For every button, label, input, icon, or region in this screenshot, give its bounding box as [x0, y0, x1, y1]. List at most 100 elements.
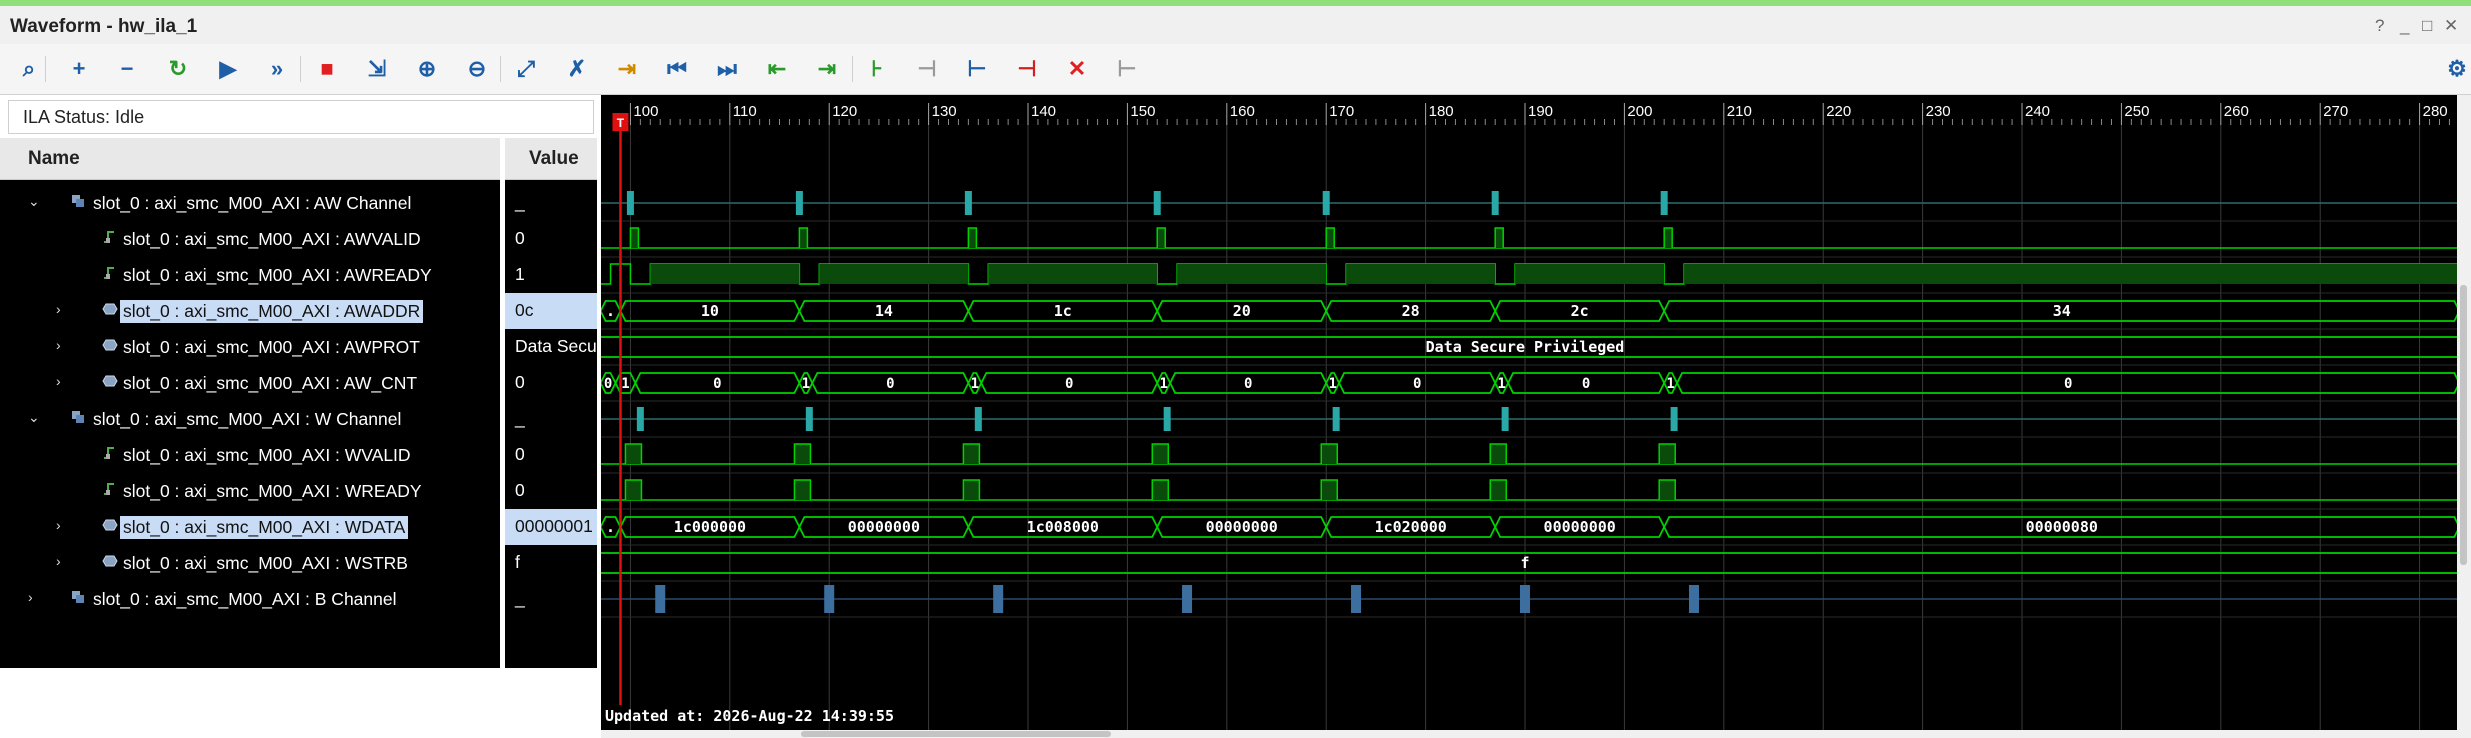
signal-value-cell[interactable]: Data Secure Privileged — [505, 329, 597, 365]
awvalid-pulse — [967, 227, 978, 248]
go-to-end-button[interactable]: ⏭ — [712, 54, 742, 84]
signal-row[interactable]: › slot_0 : axi_smc_M00_AXI : AWPROT — [0, 329, 500, 365]
signal-row[interactable]: slot_0 : axi_smc_M00_AXI : WVALID — [0, 437, 500, 473]
group-activity-mark — [1163, 407, 1171, 431]
signal-value-cell[interactable]: 0 — [505, 473, 597, 509]
bchannel-activity-mark — [1351, 585, 1362, 613]
signal-row[interactable]: slot_0 : axi_smc_M00_AXI : WREADY — [0, 473, 500, 509]
ruler-label: 130 — [932, 103, 957, 120]
delete-markers-button[interactable]: ✕ — [1062, 54, 1092, 84]
wready-pulse — [793, 479, 812, 500]
signal-value: 0 — [515, 444, 525, 464]
signal-value-cell[interactable]: f — [505, 545, 597, 581]
settings-button[interactable]: ⚙ — [2442, 54, 2471, 84]
signal-row[interactable]: ⌄ slot_0 : axi_smc_M00_AXI : W Channel — [0, 401, 500, 437]
run-immediate-button[interactable]: » — [262, 54, 292, 84]
wready-pulse — [962, 479, 981, 500]
signal-row[interactable]: ⌄ slot_0 : axi_smc_M00_AXI : AW Channel — [0, 185, 500, 221]
waveform-svg: 100 110 120 130 140 150 160 170 180 190 200 210 220 2… — [601, 95, 2457, 730]
search-button[interactable]: ⌕ — [14, 54, 44, 84]
group-activity-mark — [1332, 407, 1340, 431]
stop-button[interactable]: ■ — [312, 54, 342, 84]
signal-value-cell[interactable]: _ — [505, 581, 597, 617]
signal-value-cell[interactable]: 0 — [505, 221, 597, 257]
close-button[interactable]: ✕ — [2444, 16, 2458, 36]
zoom-in-button[interactable]: ⊕ — [412, 54, 442, 84]
export-button[interactable]: ⇲ — [362, 54, 392, 84]
cursor-button[interactable]: ✗ — [562, 54, 592, 84]
awready-high-fill — [1684, 264, 2457, 284]
signal-row[interactable]: slot_0 : axi_smc_M00_AXI : AWVALID — [0, 221, 500, 257]
signal-row[interactable]: › slot_0 : axi_smc_M00_AXI : WSTRB — [0, 545, 500, 581]
signal-value-cell[interactable]: 00000001 — [505, 509, 597, 545]
signal-row[interactable]: › slot_0 : axi_smc_M00_AXI : WDATA — [0, 509, 500, 545]
auto-retrigger-button[interactable]: ↻ — [163, 54, 193, 84]
help-button[interactable]: ? — [2375, 16, 2384, 36]
awvalid-pulse — [798, 227, 809, 248]
signal-name: slot_0 : axi_smc_M00_AXI : WSTRB — [123, 553, 408, 573]
bus-signal-icon — [102, 301, 118, 317]
chevron-right-icon[interactable]: › — [56, 301, 61, 317]
zoom-out-icon: ⊖ — [467, 56, 487, 81]
chevron-right-icon[interactable]: › — [56, 553, 61, 569]
signal-value-cell[interactable]: _ — [505, 185, 597, 221]
signal-name: slot_0 : axi_smc_M00_AXI : AW Channel — [93, 193, 412, 213]
snap-button[interactable]: ⊢ — [1112, 54, 1142, 84]
run-trigger-button[interactable]: ▶ — [213, 54, 243, 84]
maximize-button[interactable]: □ — [2422, 16, 2432, 36]
signal-value-cell[interactable]: 0 — [505, 365, 597, 401]
prev-transition-button[interactable]: ⇤ — [762, 54, 792, 84]
name-column-header[interactable]: Name — [0, 138, 500, 180]
column-splitter[interactable] — [500, 138, 505, 738]
chevron-down-icon[interactable]: ⌄ — [28, 193, 40, 210]
remove-button[interactable]: − — [112, 54, 142, 84]
signal-name: slot_0 : axi_smc_M00_AXI : WREADY — [123, 481, 422, 501]
next-marker-button[interactable]: ⊢ — [962, 54, 992, 84]
signal-value: f — [515, 552, 520, 572]
chevron-right-icon[interactable]: › — [28, 589, 33, 605]
prev-marker-button[interactable]: ⊣ — [912, 54, 942, 84]
minimize-button[interactable]: _ — [2400, 16, 2409, 36]
cursor-icon: ✗ — [567, 56, 587, 81]
add-button[interactable]: + — [64, 54, 94, 84]
horizontal-scrollbar[interactable] — [601, 730, 2457, 738]
zoom-out-button[interactable]: ⊖ — [462, 54, 492, 84]
next-transition-button[interactable]: ⇥ — [812, 54, 842, 84]
signal-value-cell[interactable]: 0 — [505, 437, 597, 473]
signal-value: _ — [515, 408, 525, 428]
zoom-fit-button[interactable]: ⤢ — [511, 54, 541, 84]
signal-row[interactable]: › slot_0 : axi_smc_M00_AXI : AWADDR — [0, 293, 500, 329]
group-icon — [70, 193, 86, 209]
swap-cursors-button[interactable]: ⊣ — [1012, 54, 1042, 84]
signal-row[interactable]: › slot_0 : axi_smc_M00_AXI : AW_CNT — [0, 365, 500, 401]
signal-value-cell[interactable]: 1 — [505, 257, 597, 293]
signal-row[interactable]: slot_0 : axi_smc_M00_AXI : AWREADY — [0, 257, 500, 293]
group-icon — [70, 409, 86, 425]
vertical-scrollbar[interactable] — [2457, 95, 2471, 738]
group-activity-mark — [1153, 191, 1161, 215]
chevron-right-icon[interactable]: › — [56, 373, 61, 389]
ruler-label: 150 — [1130, 103, 1155, 120]
bus-value-label: 0 — [1582, 376, 1590, 392]
add-marker-button[interactable]: ⊦ — [862, 54, 892, 84]
group-activity-mark — [1670, 407, 1678, 431]
vertical-scroll-thumb[interactable] — [2460, 285, 2467, 565]
ila-status-text: ILA Status: Idle — [23, 107, 145, 127]
ruler-label: 110 — [733, 103, 757, 120]
chevron-down-icon[interactable]: ⌄ — [28, 409, 40, 426]
waveform-window: Waveform - hw_ila_1 ? _ □ ✕ ⌕ + − ↻ ▶ » ■ ⇲ ⊕ ⊖ ⤢ ✗… — [0, 0, 2471, 738]
signal-value-cell[interactable]: _ — [505, 401, 597, 437]
signal-row[interactable]: › slot_0 : axi_smc_M00_AXI : B Channel — [0, 581, 500, 617]
go-to-start-button[interactable]: ⏮ — [662, 54, 692, 84]
value-column-header[interactable]: Value — [505, 138, 597, 180]
waveform-canvas[interactable]: 100 110 120 130 140 150 160 170 180 190 200 210 220 2… — [601, 95, 2457, 730]
bus-value-label: 10 — [701, 302, 719, 320]
chevron-right-icon[interactable]: › — [56, 337, 61, 353]
signal-value-cell[interactable]: 0c — [505, 293, 597, 329]
chevron-right-icon[interactable]: › — [56, 517, 61, 533]
wvalid-pulse — [1151, 443, 1170, 464]
bchannel-activity-mark — [1688, 585, 1699, 613]
marker-button[interactable]: ⇥ — [612, 54, 642, 84]
ila-status: ILA Status: Idle — [8, 100, 594, 134]
horizontal-scroll-thumb[interactable] — [801, 731, 1111, 737]
